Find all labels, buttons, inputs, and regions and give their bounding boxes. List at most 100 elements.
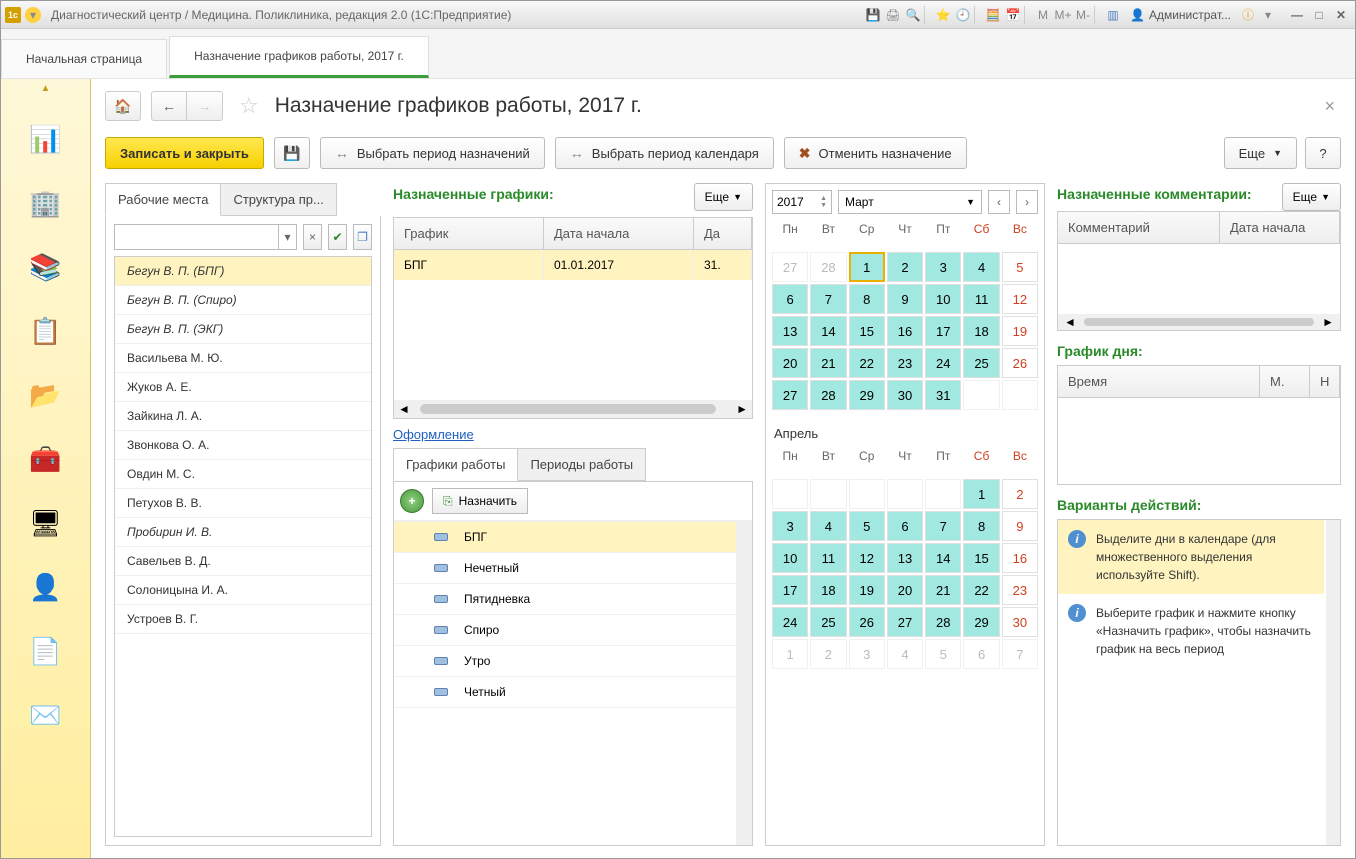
list-item[interactable]: Утро xyxy=(394,646,736,677)
col-m[interactable]: М. xyxy=(1260,366,1310,397)
calendar-day[interactable]: 10 xyxy=(772,543,808,573)
calendar-day[interactable]: 24 xyxy=(772,607,808,637)
calendar-day[interactable]: 21 xyxy=(810,348,846,378)
sidebar-org-icon[interactable]: 🏢 xyxy=(24,181,68,225)
sidebar-mail-icon[interactable]: ✉️ xyxy=(24,693,68,737)
calendar-day[interactable]: 16 xyxy=(887,316,923,346)
calendar-day[interactable]: 7 xyxy=(925,511,961,541)
col-n[interactable]: Н xyxy=(1310,366,1340,397)
calc-icon[interactable]: 🧮 xyxy=(984,6,1002,24)
check-button[interactable]: ✔ xyxy=(328,224,347,250)
calendar-day[interactable]: 19 xyxy=(849,575,885,605)
close-button[interactable]: ✕ xyxy=(1331,7,1351,23)
calendar-day[interactable]: 23 xyxy=(1002,575,1038,605)
save-button[interactable]: 💾 xyxy=(274,137,310,169)
tab-schedule-assign[interactable]: Назначение графиков работы, 2017 г. xyxy=(169,36,429,78)
year-input[interactable]: 2017▲▼ xyxy=(772,190,832,214)
list-item[interactable]: Жуков А. Е. xyxy=(115,373,371,402)
next-month-button[interactable]: › xyxy=(1016,190,1038,214)
calendar-day[interactable]: 11 xyxy=(963,284,999,314)
list-item[interactable]: Пробирин И. В. xyxy=(115,518,371,547)
v-scrollbar[interactable] xyxy=(736,521,752,845)
sidebar-cash-icon[interactable]: 🖥 xyxy=(24,501,68,545)
list-item[interactable]: Васильева М. Ю. xyxy=(115,344,371,373)
clear-filter-button[interactable]: × xyxy=(303,224,322,250)
more-button[interactable]: Еще▼ xyxy=(1224,137,1297,169)
calendar-day[interactable]: 28 xyxy=(925,607,961,637)
list-item[interactable]: Бегун В. П. (ЭКГ) xyxy=(115,315,371,344)
calendar-day[interactable]: 22 xyxy=(849,348,885,378)
m-minus-icon[interactable]: M- xyxy=(1074,6,1092,24)
calendar-march[interactable]: 2728123456789101112131415161718192021222… xyxy=(772,252,1038,410)
calendar-day[interactable]: 27 xyxy=(887,607,923,637)
calendar-day[interactable]: 17 xyxy=(772,575,808,605)
col-comment-date[interactable]: Дата начала xyxy=(1220,212,1340,243)
calendar-day[interactable]: 5 xyxy=(925,639,961,669)
comments-more-button[interactable]: Еще▼ xyxy=(1282,183,1341,211)
add-schedule-button[interactable]: + xyxy=(400,489,424,513)
calendar-day[interactable]: 5 xyxy=(849,511,885,541)
calendar-day[interactable]: 20 xyxy=(772,348,808,378)
month-select[interactable]: Март▼ xyxy=(838,190,982,214)
col-time[interactable]: Время xyxy=(1058,366,1260,397)
stack-button[interactable]: ❐ xyxy=(353,224,372,250)
panels-icon[interactable]: ▥ xyxy=(1104,6,1122,24)
spinner-icon[interactable]: ▲▼ xyxy=(820,195,827,209)
calendar-day[interactable]: 1 xyxy=(772,639,808,669)
favorite-icon[interactable]: ⭐ xyxy=(934,6,952,24)
calendar-day[interactable]: 6 xyxy=(887,511,923,541)
calendar-day[interactable]: 30 xyxy=(1002,607,1038,637)
calendar-day[interactable]: 19 xyxy=(1002,316,1038,346)
calendar-day[interactable]: 1 xyxy=(849,252,885,282)
list-item[interactable]: БПГ xyxy=(394,522,736,553)
list-item[interactable]: Устроев В. Г. xyxy=(115,605,371,634)
sidebar-docs-icon[interactable]: 📄 xyxy=(24,629,68,673)
calendar-day[interactable]: 11 xyxy=(810,543,846,573)
m-plus-icon[interactable]: M+ xyxy=(1054,6,1072,24)
calendar-day[interactable]: 26 xyxy=(849,607,885,637)
calendar-day[interactable]: 12 xyxy=(1002,284,1038,314)
calendar-day[interactable]: 3 xyxy=(849,639,885,669)
col-graph[interactable]: График xyxy=(394,218,544,249)
calendar-day[interactable]: 6 xyxy=(963,639,999,669)
list-item[interactable]: Спиро xyxy=(394,615,736,646)
col-start[interactable]: Дата начала xyxy=(544,218,694,249)
minimize-button[interactable]: — xyxy=(1287,7,1307,23)
calendar-day[interactable]: 17 xyxy=(925,316,961,346)
tab-work-schedules[interactable]: Графики работы xyxy=(393,448,518,481)
calendar-day[interactable]: 8 xyxy=(963,511,999,541)
forward-button[interactable]: → xyxy=(187,91,223,121)
print-icon[interactable]: 🖨 xyxy=(884,6,902,24)
dropdown-icon[interactable]: ▾ xyxy=(25,7,41,23)
calendar-day[interactable]: 27 xyxy=(772,380,808,410)
calendar-day[interactable]: 4 xyxy=(887,639,923,669)
calendar-day[interactable]: 26 xyxy=(1002,348,1038,378)
calendar-day[interactable]: 15 xyxy=(963,543,999,573)
col-end[interactable]: Да xyxy=(694,218,752,249)
calendar-day[interactable]: 3 xyxy=(925,252,961,282)
h-scrollbar[interactable]: ◄► xyxy=(394,400,752,418)
assigned-more-button[interactable]: Еще▼ xyxy=(694,183,753,211)
back-button[interactable]: ← xyxy=(151,91,187,121)
info-dropdown-icon[interactable]: ▾ xyxy=(1259,6,1277,24)
maximize-button[interactable]: □ xyxy=(1309,7,1329,23)
period-assign-button[interactable]: ↔Выбрать период назначений xyxy=(320,137,545,169)
home-button[interactable]: 🏠 xyxy=(105,91,141,121)
cancel-assign-button[interactable]: ✖Отменить назначение xyxy=(784,137,967,169)
calendar-april[interactable]: 1234567891011121314151617181920212223242… xyxy=(772,479,1038,669)
info-icon[interactable]: ⓘ xyxy=(1239,6,1257,24)
tab-workplaces[interactable]: Рабочие места xyxy=(105,183,221,216)
list-item[interactable]: Четный xyxy=(394,677,736,708)
schedule-list[interactable]: БПГНечетныйПятидневкаСпироУтроЧетный xyxy=(394,521,736,845)
calendar-day[interactable]: 29 xyxy=(849,380,885,410)
calendar-day[interactable]: 2 xyxy=(1002,479,1038,509)
calendar-day[interactable]: 7 xyxy=(810,284,846,314)
calendar-day[interactable]: 14 xyxy=(925,543,961,573)
list-item[interactable]: Савельев В. Д. xyxy=(115,547,371,576)
calendar-day[interactable]: 31 xyxy=(925,380,961,410)
calendar-day[interactable]: 6 xyxy=(772,284,808,314)
sidebar-stats-icon[interactable]: 📊 xyxy=(24,117,68,161)
calendar-day[interactable]: 3 xyxy=(772,511,808,541)
table-row[interactable]: БПГ 01.01.2017 31. xyxy=(394,250,752,280)
calendar-day[interactable]: 27 xyxy=(772,252,808,282)
